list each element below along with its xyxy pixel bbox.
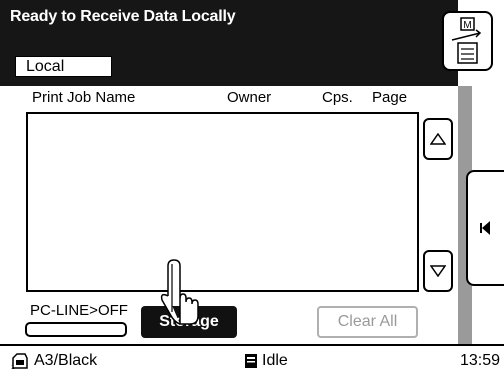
clear-all-button[interactable]: Clear All	[317, 306, 418, 338]
mode-button[interactable]: Local	[15, 56, 112, 77]
column-header-cps: Cps.	[322, 89, 353, 106]
side-panel-tab[interactable]	[466, 170, 504, 286]
pc-line-label: PC-LINE>OFF	[30, 302, 128, 319]
column-headers: Print Job Name Owner Cps. Page	[0, 88, 458, 110]
machine-state: Idle	[262, 352, 288, 369]
job-list[interactable]	[26, 112, 419, 292]
scroll-up-button[interactable]	[423, 118, 453, 160]
clock: 13:59	[459, 352, 500, 369]
hand-pointer-icon	[160, 259, 199, 325]
column-header-job-name: Print Job Name	[32, 89, 136, 106]
pc-line-toggle[interactable]	[25, 322, 127, 337]
paper-status: A3/Black	[34, 352, 98, 369]
menu-letter: M	[463, 20, 471, 31]
triangle-down-icon	[430, 265, 446, 277]
column-header-page: Page	[372, 89, 408, 106]
column-header-owner: Owner	[227, 89, 272, 106]
paper-tray-icon: 1	[11, 353, 28, 370]
left-triangle-icon	[480, 221, 490, 235]
status-bar: 1 A3/Black Idle 13:59	[0, 344, 504, 376]
scroll-down-button[interactable]	[423, 250, 453, 292]
menu-button[interactable]: M	[442, 11, 493, 71]
printer-state-icon	[245, 354, 257, 368]
menu-doc-icon: M	[451, 17, 482, 64]
page-title: Ready to Receive Data Locally	[10, 8, 236, 25]
triangle-up-icon	[430, 133, 446, 145]
